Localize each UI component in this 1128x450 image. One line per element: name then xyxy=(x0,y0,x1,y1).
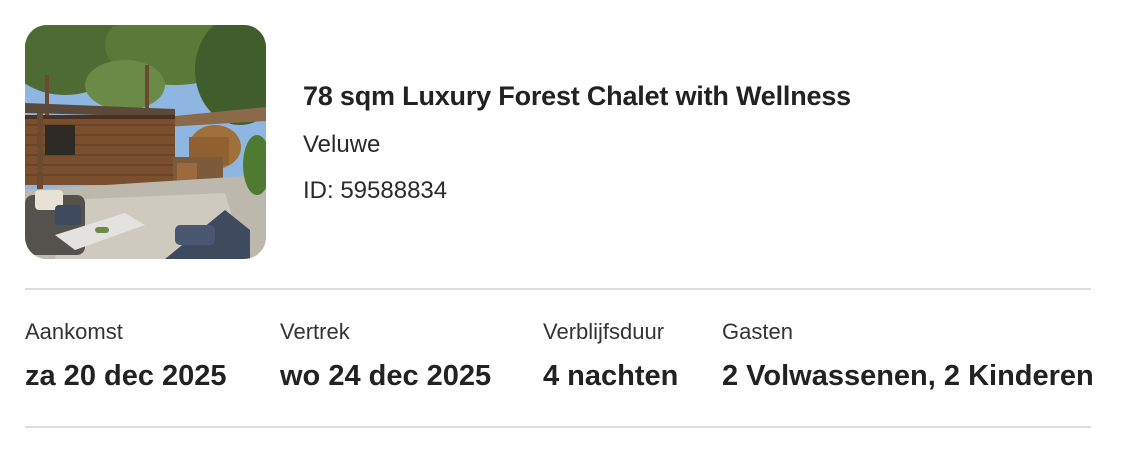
chalet-photo-illustration xyxy=(25,25,266,259)
listing-title: 78 sqm Luxury Forest Chalet with Wellnes… xyxy=(303,81,851,111)
divider-bottom xyxy=(25,426,1091,428)
departure-detail: Vertrek wo 24 dec 2025 xyxy=(280,318,491,394)
listing-location: Veluwe xyxy=(303,131,381,158)
duration-label: Verblijfsduur xyxy=(543,319,665,344)
arrival-detail: Aankomst za 20 dec 2025 xyxy=(25,318,227,394)
arrival-label: Aankomst xyxy=(25,319,123,344)
guests-label: Gasten xyxy=(722,319,793,344)
booking-details: Aankomst za 20 dec 2025 Vertrek wo 24 de… xyxy=(0,318,1128,408)
guests-value: 2 Volwassenen, 2 Kinderen xyxy=(722,360,1094,392)
departure-label: Vertrek xyxy=(280,319,350,344)
listing-info: 78 sqm Luxury Forest Chalet with Wellnes… xyxy=(303,78,851,206)
arrival-value: za 20 dec 2025 xyxy=(25,360,227,392)
listing-id: ID: 59588834 xyxy=(303,177,448,204)
guests-detail: Gasten 2 Volwassenen, 2 Kinderen xyxy=(722,318,1094,394)
divider-top xyxy=(25,288,1091,290)
booking-summary-card: 78 sqm Luxury Forest Chalet with Wellnes… xyxy=(0,0,1128,450)
listing-photo xyxy=(25,25,266,259)
duration-value: 4 nachten xyxy=(543,360,679,392)
departure-value: wo 24 dec 2025 xyxy=(280,360,492,392)
duration-detail: Verblijfsduur 4 nachten xyxy=(543,318,678,394)
